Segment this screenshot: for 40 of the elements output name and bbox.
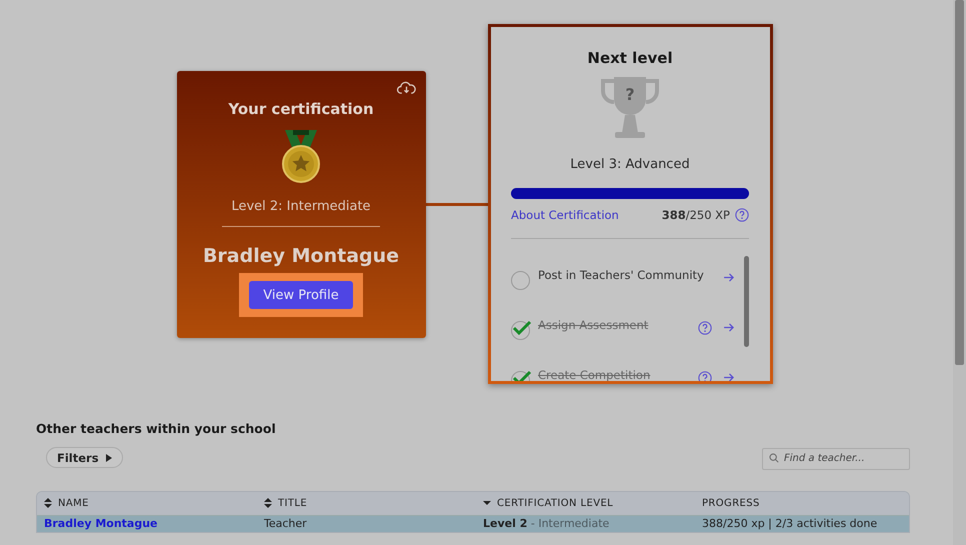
arrow-right-icon[interactable] (724, 273, 735, 282)
activity-checkbox[interactable] (511, 321, 530, 340)
column-header[interactable]: TITLE (257, 492, 476, 514)
card-title: Your certification (228, 100, 374, 118)
caret-down-icon (483, 498, 491, 508)
scrollbar-thumb[interactable] (744, 256, 749, 347)
card-title: Next level (587, 49, 673, 67)
search-field[interactable]: Find a teacher... (762, 448, 910, 470)
teacher-name: Bradley Montague (202, 245, 400, 267)
filters-button[interactable]: Filters (46, 447, 123, 468)
help-icon[interactable] (698, 321, 712, 335)
view-profile-button[interactable]: View Profile (249, 281, 353, 309)
teacher-name-link[interactable]: Bradley Montague (44, 516, 158, 532)
level-label: Level 2: Intermediate (231, 199, 371, 214)
level-number: Level 2 (483, 516, 528, 532)
table-cell: Teacher (264, 516, 307, 532)
table-cell: 388/250 xp | 2/3 activities done (702, 516, 878, 532)
sort-icon (264, 498, 272, 508)
arrow-right-icon[interactable] (724, 373, 735, 381)
search-icon (769, 453, 779, 463)
column-header[interactable]: PROGRESS (695, 492, 909, 514)
table-row[interactable]: Bradley Montague Teacher Level 2 - Intermediate 388/250 xp | 2/3 activities done (37, 516, 909, 532)
medal-icon (281, 128, 321, 184)
scrollbar-thumb[interactable] (955, 0, 964, 365)
cloud-download-icon[interactable] (396, 80, 416, 95)
sort-icon (44, 498, 52, 508)
level-name: - Intermediate (530, 516, 610, 532)
about-certification-link[interactable]: About Certification (511, 208, 662, 222)
level-label: Level 3: Advanced (570, 157, 690, 172)
arrow-right-icon[interactable] (724, 323, 735, 332)
help-icon[interactable] (698, 371, 712, 381)
activity-label: Post in Teachers' Community (538, 268, 705, 282)
section-heading: Other teachers within your school (36, 421, 277, 436)
activity-checkbox[interactable] (511, 271, 530, 290)
xp-count: 388/250 XP (662, 208, 730, 222)
activity-label: Assign Assessment (538, 318, 650, 332)
column-header[interactable]: NAME (37, 492, 257, 514)
caret-right-icon (106, 454, 112, 462)
column-header[interactable]: CERTIFICATION LEVEL (476, 492, 695, 514)
help-icon[interactable] (735, 208, 749, 222)
